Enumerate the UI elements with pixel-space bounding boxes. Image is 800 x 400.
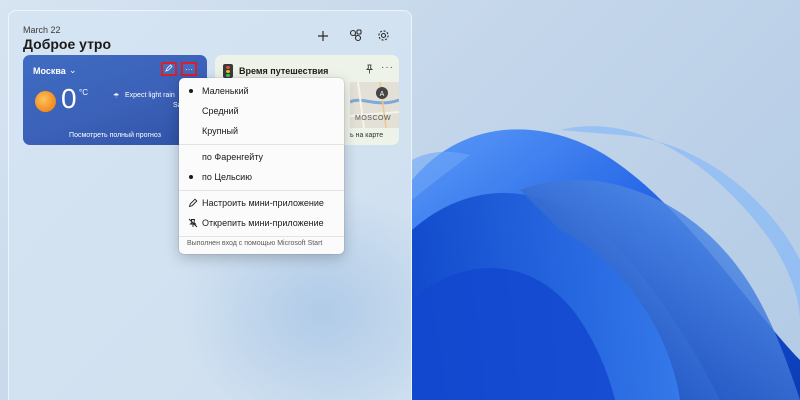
weather-temperature: 0 [61,83,77,114]
menu-item-fahrenheit[interactable]: по Фаренгейту [179,148,344,166]
menu-item-label: Крупный [202,126,238,136]
widget-context-menu: Маленький Средний Крупный по Фаренгейту … [179,78,344,254]
menu-item-celsius[interactable]: по Цельсию [179,168,344,186]
weather-more-options-button[interactable]: ··· [181,62,197,76]
widgets-link-icon [349,29,362,45]
weather-customize-button[interactable] [161,62,177,76]
selected-bullet-icon [189,175,193,179]
weather-unit: °C [79,88,88,97]
menu-divider [179,144,344,145]
menu-item-label: Открепить мини-приложение [202,218,324,228]
gear-icon [377,29,390,45]
menu-item-label: по Фаренгейту [202,152,264,162]
map-pin-letter: A [380,91,385,98]
menu-item-size-small[interactable]: Маленький [179,82,344,100]
settings-button[interactable] [373,27,393,47]
menu-divider [179,236,344,237]
menu-item-label: по Цельсию [202,172,252,182]
travel-more-options-button[interactable]: ··· [381,62,394,73]
weather-city[interactable]: Москва [33,66,66,76]
travel-title: Время путешествия [239,66,329,76]
rain-cloud-icon: ☂ [113,93,120,100]
menu-item-label: Настроить мини-приложение [202,198,324,208]
pencil-icon [165,64,173,74]
plus-icon [317,29,329,45]
menu-item-label: Маленький [202,86,249,96]
menu-divider [179,190,344,191]
menu-item-customize-widget[interactable]: Настроить мини-приложение [179,194,344,212]
pin-icon[interactable] [365,64,374,76]
selected-bullet-icon [189,89,193,93]
widgets-link-button[interactable] [345,27,365,47]
menu-item-size-medium[interactable]: Средний [179,102,344,120]
pencil-icon [187,198,198,209]
travel-map-link[interactable]: ь на карте [350,132,383,139]
chevron-down-icon[interactable]: ⌄ [69,65,77,76]
travel-map-label: MOSCOW [355,115,392,122]
sun-icon [35,91,56,112]
board-greeting: Доброе утро [23,36,112,52]
weather-condition: Expect light rain [125,92,175,99]
menu-signin-footer: Выполнен вход с помощью Microsoft Start [187,240,323,247]
more-options-icon: ··· [185,64,193,74]
add-widget-button[interactable] [313,27,333,47]
unpin-icon [187,218,198,229]
menu-item-label: Средний [202,106,239,116]
menu-item-unpin-widget[interactable]: Открепить мини-приложение [179,214,344,232]
traffic-light-icon [223,64,233,78]
board-date: March 22 [23,25,61,35]
menu-item-size-large[interactable]: Крупный [179,122,344,140]
